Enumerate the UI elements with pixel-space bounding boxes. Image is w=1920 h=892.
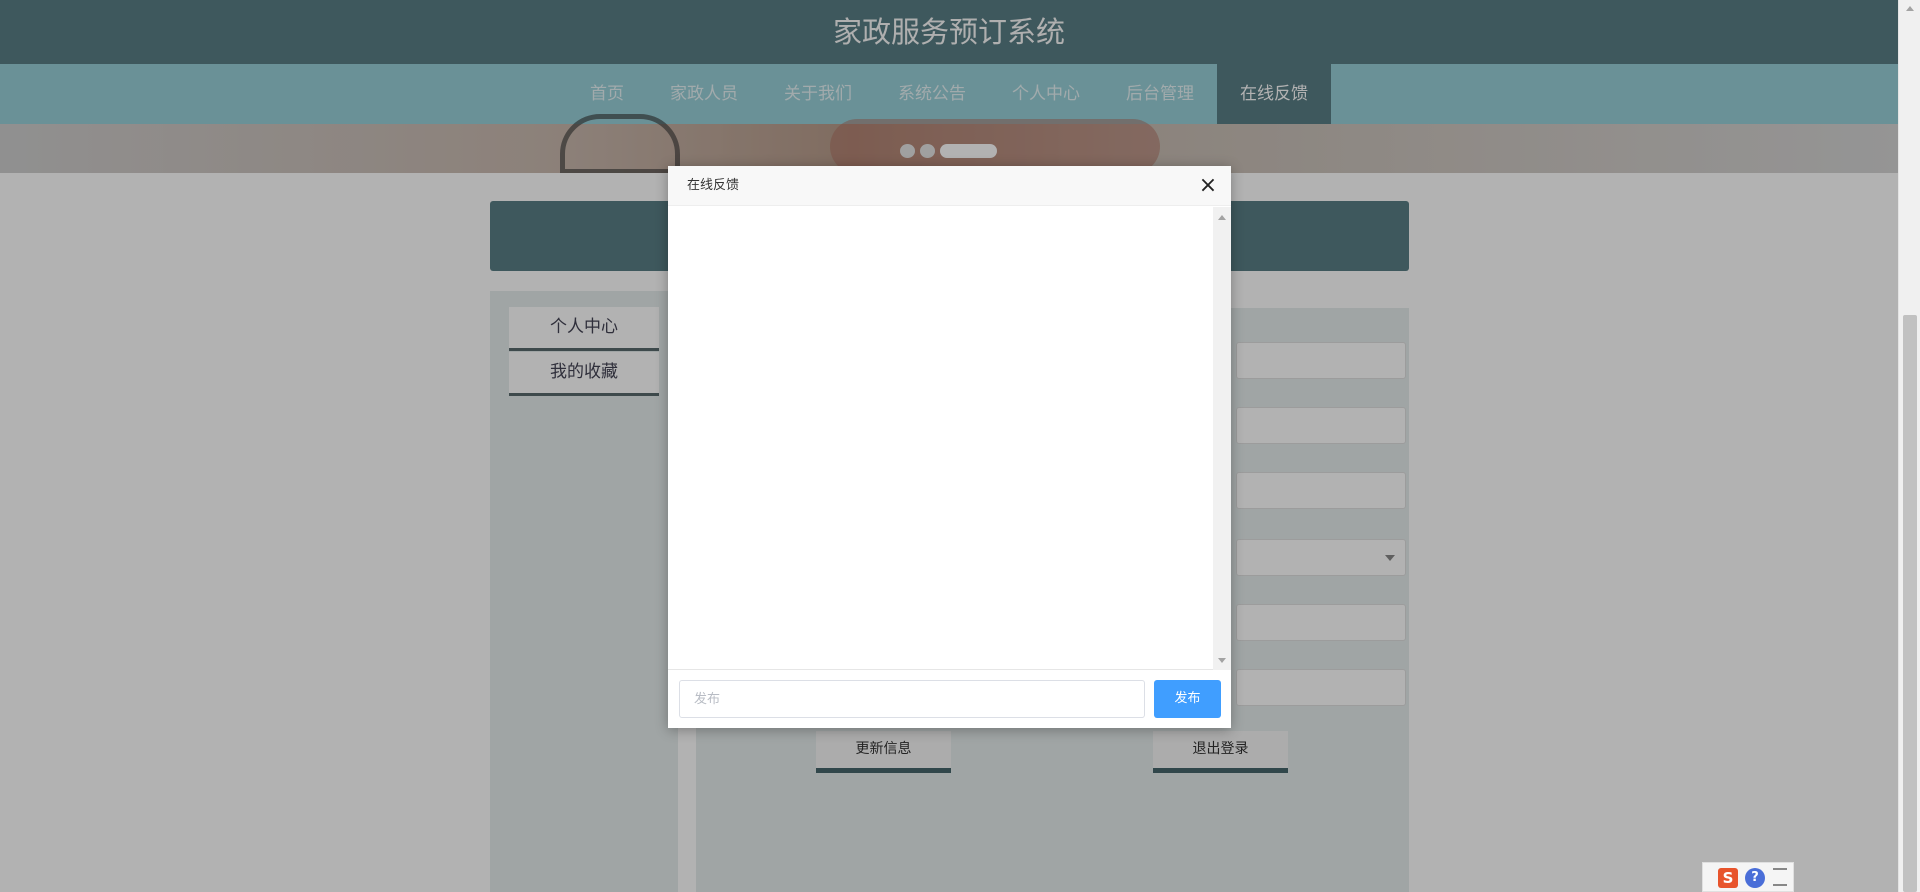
- close-icon[interactable]: ×: [1197, 175, 1219, 197]
- feedback-input[interactable]: [679, 680, 1145, 718]
- scroll-up-icon[interactable]: [1218, 215, 1226, 220]
- dialog-footer: 发布: [668, 671, 1231, 728]
- message-list-scrollbar[interactable]: [1213, 207, 1231, 670]
- scroll-up-icon[interactable]: [1906, 6, 1914, 11]
- page-scrollbar[interactable]: [1898, 0, 1920, 892]
- feedback-dialog: 在线反馈 × 发布: [668, 166, 1231, 728]
- dialog-header: 在线反馈 ×: [668, 166, 1231, 206]
- scrollbar-thumb[interactable]: [1903, 315, 1917, 892]
- ime-toolbar: S ?: [1702, 862, 1794, 892]
- expand-icon[interactable]: [1773, 868, 1787, 886]
- publish-button[interactable]: 发布: [1154, 680, 1221, 718]
- help-icon[interactable]: ?: [1745, 868, 1765, 888]
- dialog-title: 在线反馈: [687, 178, 740, 193]
- scroll-down-icon[interactable]: [1218, 658, 1226, 663]
- message-list: [668, 207, 1231, 670]
- ime-logo-icon[interactable]: S: [1718, 868, 1738, 888]
